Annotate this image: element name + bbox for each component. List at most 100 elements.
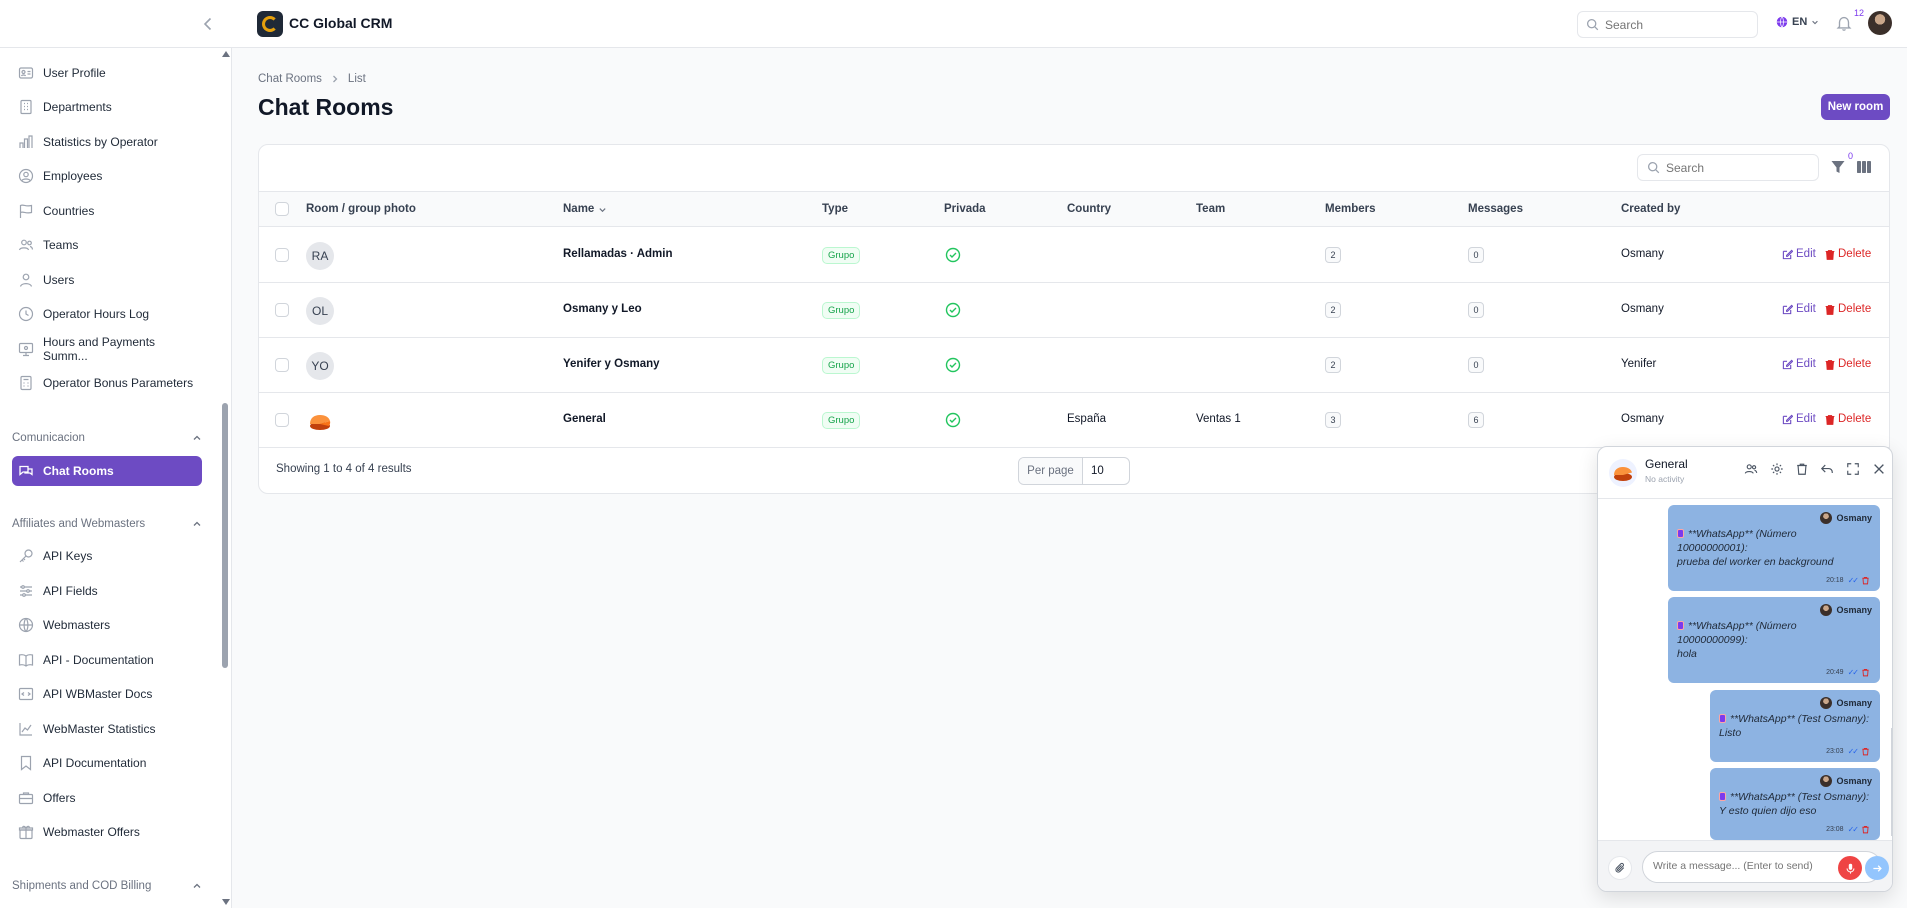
delete-label: Delete bbox=[1838, 303, 1872, 315]
global-search-input[interactable] bbox=[1605, 17, 1745, 32]
room-team: Ventas 1 bbox=[1196, 413, 1241, 425]
microphone-button[interactable] bbox=[1838, 856, 1862, 880]
sidebar-item-hours-and-payments[interactable]: Hours and Payments Summ... bbox=[12, 335, 202, 363]
sidebar-group-comunicacion[interactable]: Comunicacion bbox=[12, 429, 202, 447]
sidebar-item-user-profile[interactable]: User Profile bbox=[12, 59, 202, 87]
delete-button[interactable]: Delete bbox=[1825, 248, 1871, 260]
chat-message: Osmany **WhatsApp** (Test Osmany): Listo… bbox=[1710, 690, 1880, 762]
paperclip-icon[interactable] bbox=[1608, 856, 1632, 880]
type-badge: Grupo bbox=[822, 302, 861, 319]
sidebar: User Profile Departments Statistics by O… bbox=[0, 48, 232, 908]
collapse-sidebar-icon[interactable] bbox=[198, 14, 218, 34]
edit-button[interactable]: Edit bbox=[1782, 248, 1816, 260]
table-row[interactable]: General Grupo España Ventas 1 3 6 Osmany… bbox=[259, 393, 1889, 448]
user-icon bbox=[18, 272, 34, 288]
brand-name[interactable]: CC Global CRM bbox=[289, 15, 392, 31]
sidebar-item-operator-hours-log[interactable]: Operator Hours Log bbox=[12, 300, 202, 328]
sidebar-item-api-documentation[interactable]: API Documentation bbox=[12, 749, 202, 777]
notification-count: 12 bbox=[1854, 8, 1865, 18]
delete-button[interactable]: Delete bbox=[1825, 413, 1871, 425]
members-count: 2 bbox=[1325, 302, 1341, 318]
trash-icon[interactable] bbox=[1861, 825, 1870, 834]
breadcrumb-parent[interactable]: Chat Rooms bbox=[258, 73, 322, 85]
row-checkbox[interactable] bbox=[275, 358, 289, 372]
delete-button[interactable]: Delete bbox=[1825, 358, 1871, 370]
edit-button[interactable]: Edit bbox=[1782, 413, 1816, 425]
user-avatar[interactable] bbox=[1868, 11, 1892, 35]
sidebar-item-api-keys[interactable]: API Keys bbox=[12, 542, 202, 570]
sidebar-scrollbar-thumb[interactable] bbox=[222, 403, 228, 668]
sidebar-group-shipments[interactable]: Shipments and COD Billing bbox=[12, 877, 202, 895]
table-row[interactable]: YO Yenifer y Osmany Grupo 2 0 Yenifer Ed… bbox=[259, 338, 1889, 393]
columns-icon[interactable] bbox=[1856, 159, 1872, 175]
scroll-up-arrow[interactable] bbox=[221, 50, 231, 58]
pencil-icon bbox=[1782, 249, 1793, 260]
phone-icon bbox=[1677, 529, 1684, 538]
message-line: Y esto quien dijo eso bbox=[1719, 805, 1817, 817]
sidebar-item-chat-rooms[interactable]: Chat Rooms bbox=[12, 456, 202, 486]
row-checkbox[interactable] bbox=[275, 413, 289, 427]
per-page-select[interactable]: Per page 10 bbox=[1018, 457, 1130, 485]
sidebar-item-api-wbmaster-docs[interactable]: API WBMaster Docs bbox=[12, 680, 202, 708]
language-selector[interactable]: EN bbox=[1776, 16, 1819, 28]
sidebar-item-employees[interactable]: Employees bbox=[12, 162, 202, 190]
send-button[interactable] bbox=[1865, 856, 1889, 880]
sidebar-item-countries[interactable]: Countries bbox=[12, 197, 202, 225]
table-row[interactable]: OL Osmany y Leo Grupo 2 0 Osmany Edit De… bbox=[259, 283, 1889, 338]
chevron-up-icon bbox=[192, 519, 202, 529]
column-header-privada: Privada bbox=[944, 203, 986, 215]
members-icon[interactable] bbox=[1744, 462, 1758, 476]
per-page-value[interactable]: 10 bbox=[1083, 458, 1104, 484]
scroll-down-arrow[interactable] bbox=[221, 898, 231, 906]
sidebar-item-api-fields[interactable]: API Fields bbox=[12, 577, 202, 605]
select-all-checkbox[interactable] bbox=[275, 202, 289, 216]
new-room-button[interactable]: New room bbox=[1821, 94, 1890, 120]
pagination-summary: Showing 1 to 4 of 4 results bbox=[276, 463, 412, 475]
message-input-wrapper[interactable] bbox=[1642, 851, 1889, 883]
edit-button[interactable]: Edit bbox=[1782, 303, 1816, 315]
table-search[interactable] bbox=[1637, 154, 1819, 181]
sidebar-group-affiliates[interactable]: Affiliates and Webmasters bbox=[12, 515, 202, 533]
row-checkbox[interactable] bbox=[275, 303, 289, 317]
sidebar-item-webmaster-statistics[interactable]: WebMaster Statistics bbox=[12, 715, 202, 743]
room-name: Yenifer y Osmany bbox=[563, 358, 660, 370]
close-icon[interactable] bbox=[1872, 462, 1886, 476]
brand-logo[interactable] bbox=[257, 11, 283, 37]
message-meta: 20:18 ✓✓ bbox=[1826, 576, 1870, 585]
bell-icon[interactable] bbox=[1835, 14, 1855, 34]
filter-icon[interactable] bbox=[1830, 159, 1846, 175]
sidebar-item-offers[interactable]: Offers bbox=[12, 784, 202, 812]
sidebar-item-webmaster-offers[interactable]: Webmaster Offers bbox=[12, 818, 202, 846]
trash-icon[interactable] bbox=[1795, 462, 1809, 476]
edit-button[interactable]: Edit bbox=[1782, 358, 1816, 370]
row-checkbox[interactable] bbox=[275, 248, 289, 262]
trash-icon[interactable] bbox=[1861, 576, 1870, 585]
sidebar-item-operator-bonus-parameters[interactable]: Operator Bonus Parameters bbox=[12, 369, 202, 397]
sidebar-item-users[interactable]: Users bbox=[12, 266, 202, 294]
sidebar-item-teams[interactable]: Teams bbox=[12, 231, 202, 259]
delete-button[interactable]: Delete bbox=[1825, 303, 1871, 315]
trash-icon[interactable] bbox=[1861, 747, 1870, 756]
gear-icon[interactable] bbox=[1770, 462, 1784, 476]
filter-count: 0 bbox=[1848, 151, 1854, 161]
sidebar-item-api-documentation-dash[interactable]: API - Documentation bbox=[12, 646, 202, 674]
message-input[interactable] bbox=[1653, 860, 1813, 872]
expand-icon[interactable] bbox=[1846, 462, 1860, 476]
sidebar-item-label: Operator Bonus Parameters bbox=[43, 376, 194, 390]
table-search-input[interactable] bbox=[1666, 160, 1806, 175]
trash-icon[interactable] bbox=[1861, 668, 1870, 677]
column-header-name[interactable]: Name bbox=[563, 203, 607, 215]
sidebar-item-webmasters[interactable]: Webmasters bbox=[12, 611, 202, 639]
language-label: EN bbox=[1792, 16, 1808, 28]
double-check-icon: ✓✓ bbox=[1847, 747, 1859, 756]
global-search[interactable] bbox=[1577, 11, 1758, 38]
message-meta: 23:08 ✓✓ bbox=[1826, 825, 1870, 834]
sidebar-item-statistics-by-operator[interactable]: Statistics by Operator bbox=[12, 128, 202, 156]
chat-scrollbar[interactable] bbox=[1891, 728, 1893, 836]
reply-icon[interactable] bbox=[1820, 462, 1834, 476]
message-text: **WhatsApp** (Test Osmany): Y esto quien… bbox=[1719, 790, 1870, 818]
table-row[interactable]: RA Rellamadas · Admin Grupo 2 0 Osmany E… bbox=[259, 228, 1889, 283]
members-count: 2 bbox=[1325, 247, 1341, 263]
message-line: **WhatsApp** (Número bbox=[1688, 528, 1797, 540]
sidebar-item-departments[interactable]: Departments bbox=[12, 93, 202, 121]
